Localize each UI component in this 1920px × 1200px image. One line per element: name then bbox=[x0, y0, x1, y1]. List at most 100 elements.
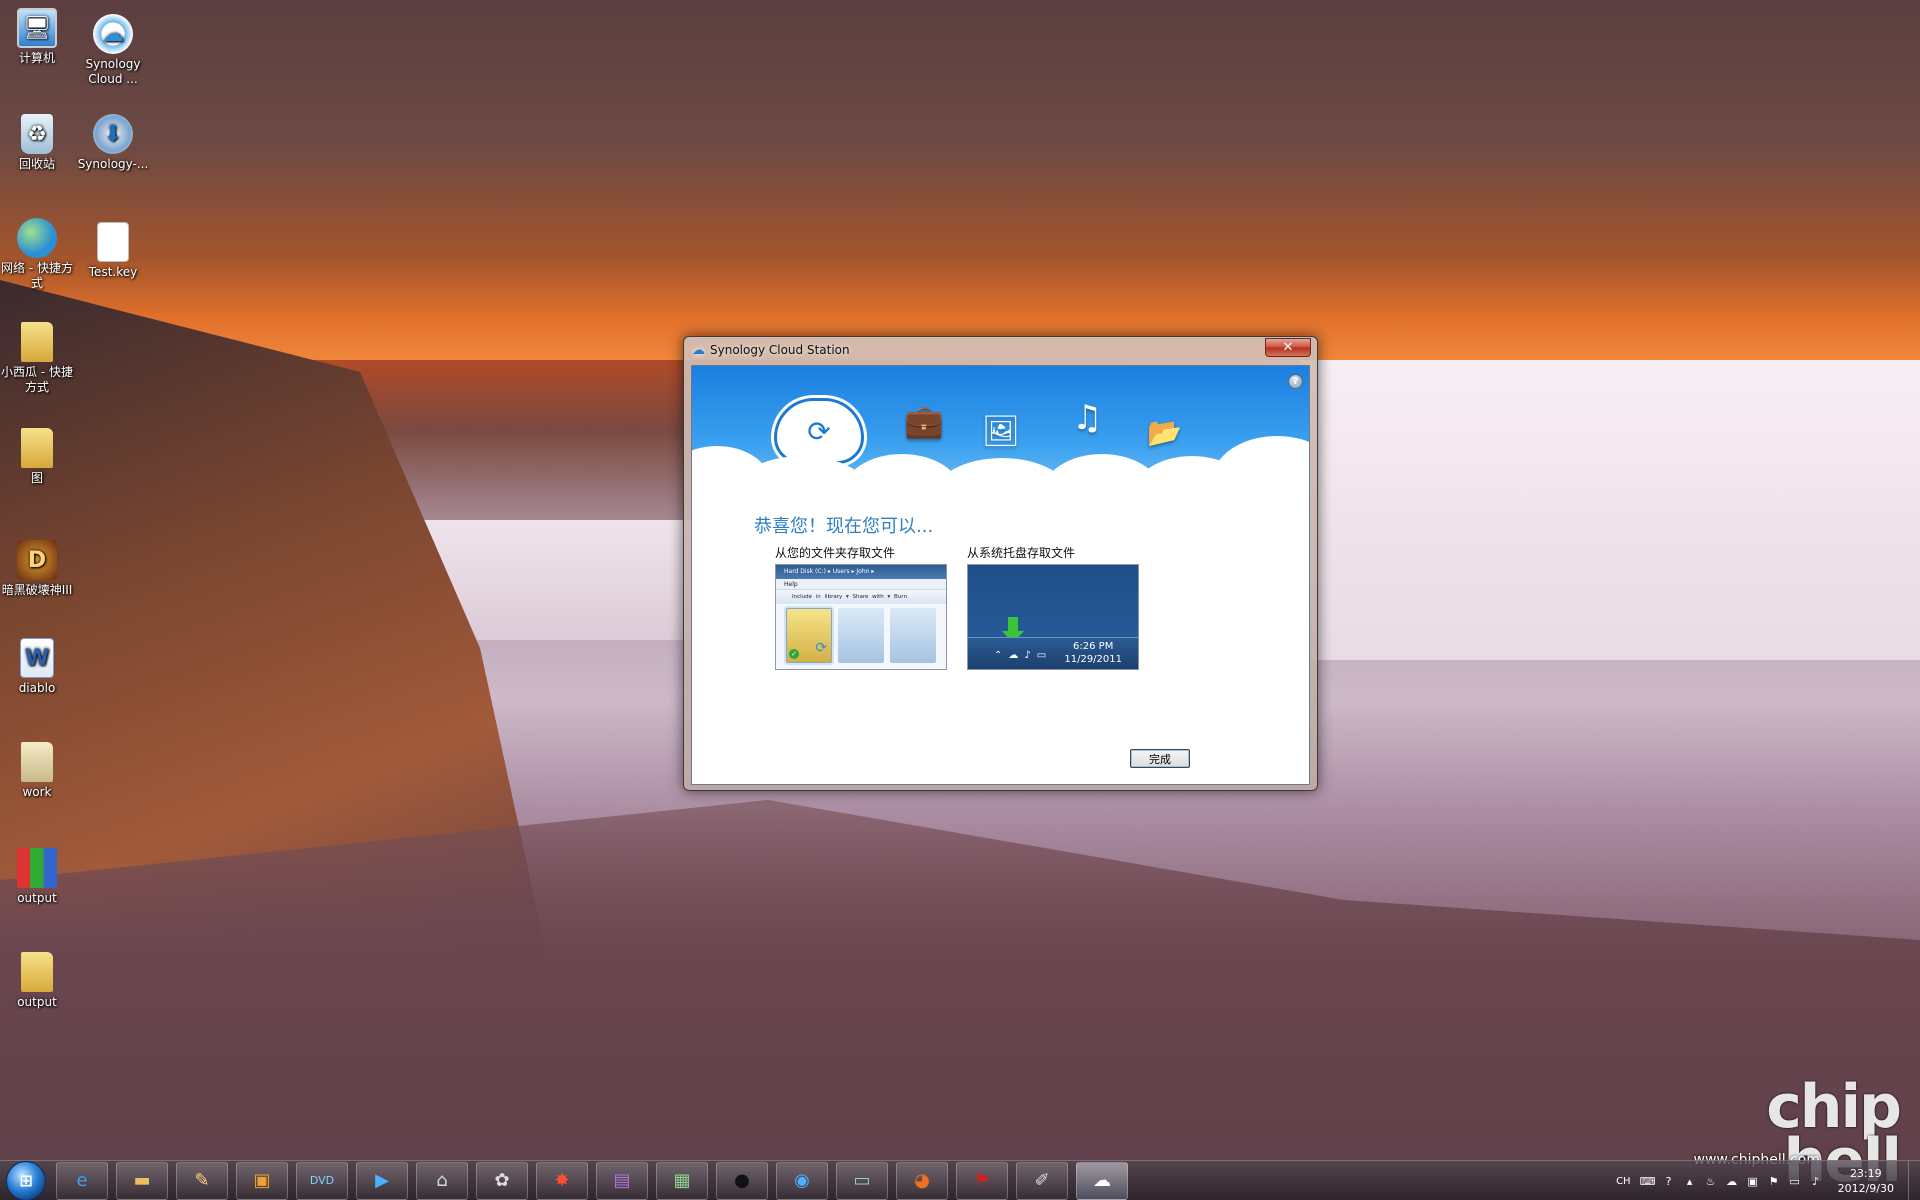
preview-date: 11/29/2011 bbox=[1064, 654, 1122, 665]
ie-icon[interactable]: e bbox=[56, 1161, 108, 1200]
preview-files: ⟳ ✓ bbox=[776, 604, 946, 667]
brushes-icon[interactable]: ✎ bbox=[176, 1161, 228, 1200]
network-app-icon[interactable]: ⌂ bbox=[416, 1161, 468, 1200]
wallpaper-rock-arch bbox=[0, 0, 1920, 360]
finish-button[interactable]: 完成 bbox=[1130, 749, 1190, 768]
spreadsheet-icon[interactable]: ▦ bbox=[656, 1161, 708, 1200]
pdf-icon[interactable]: ⚑ bbox=[956, 1161, 1008, 1200]
qq-icon[interactable]: ● bbox=[716, 1161, 768, 1200]
show-hidden-icon[interactable]: ▴ bbox=[1683, 1174, 1697, 1188]
taskbar: ⊞ e ▬ ✎ ▣ DVD ▶ ⌂ ✿ ✸ ▤ ▦ ● ◉ ▭ ◕ ⚑ ✐ ☁ … bbox=[0, 1160, 1920, 1200]
cloud-folder-icon: ⟳ ✓ bbox=[786, 608, 833, 663]
clock-time: 23:19 bbox=[1849, 1167, 1882, 1180]
paint-icon[interactable]: ✐ bbox=[1016, 1161, 1068, 1200]
remote-desktop-icon[interactable]: ▭ bbox=[836, 1161, 888, 1200]
word-document-icon: W bbox=[20, 638, 54, 678]
desktop-icon-label: Synology Cloud ... bbox=[85, 57, 141, 86]
cloud-station-dialog: ☁ Synology Cloud Station ✕ ? ⟳ 💼 🖼 ♫ 📂 恭… bbox=[683, 336, 1318, 791]
check-icon: ✓ bbox=[789, 649, 799, 659]
fireworks-icon[interactable]: ✸ bbox=[536, 1161, 588, 1200]
sync-icon: ⟳ bbox=[815, 640, 828, 656]
language-indicator[interactable]: CH bbox=[1616, 1176, 1631, 1187]
tray-access-label: 从系统托盘存取文件 bbox=[967, 546, 1076, 560]
desktop-icon-label: 小西瓜 - 快捷方式 bbox=[1, 365, 73, 394]
desktop-icon-computer[interactable]: 🖥 计算机 bbox=[1, 8, 73, 66]
installer-disc-icon: ⬇ bbox=[93, 114, 133, 154]
desktop-icon-label: 暗黑破壊神III bbox=[1, 583, 73, 597]
folder-icon bbox=[21, 742, 53, 782]
chat-icon[interactable]: ◉ bbox=[776, 1161, 828, 1200]
volume-icon[interactable]: ♪ bbox=[1809, 1174, 1823, 1188]
desktop-icon-label: work bbox=[22, 785, 52, 799]
tray-app-icon[interactable]: ☁ bbox=[1725, 1174, 1739, 1188]
desktop-icon-label: 回收站 bbox=[18, 157, 55, 171]
tray-app-icon[interactable]: ♨ bbox=[1704, 1174, 1718, 1188]
desktop-icon-synology-cloud[interactable]: ☁ Synology Cloud ... bbox=[77, 14, 149, 87]
folder-icon bbox=[21, 428, 53, 468]
dialog-title: Synology Cloud Station bbox=[710, 343, 850, 357]
dialog-titlebar[interactable]: ☁ Synology Cloud Station bbox=[684, 337, 1317, 363]
keyboard-icon[interactable]: ⌨ bbox=[1640, 1174, 1656, 1188]
preview-address-bar: Hard Disk (C:) ▸ Users ▸ John ▸ bbox=[776, 565, 946, 579]
desktop-icon-label: 计算机 bbox=[18, 51, 55, 65]
system-tray: CH ⌨ ? ▴ ♨ ☁ ▣ ⚑ ▭ ♪ 23:19 2012/9/30 bbox=[1616, 1161, 1920, 1200]
wallpaper-rock-bottom bbox=[0, 800, 1920, 1200]
recycle-bin-icon: ♻ bbox=[21, 114, 53, 154]
desktop-icon-work[interactable]: work bbox=[1, 742, 73, 800]
help-button[interactable]: ? bbox=[1288, 374, 1303, 389]
play-icon[interactable]: ▶ bbox=[356, 1161, 408, 1200]
clock-date: 2012/9/30 bbox=[1837, 1182, 1894, 1195]
arrow-down-icon bbox=[1002, 617, 1024, 643]
archive-icon bbox=[17, 848, 57, 888]
folder-icon bbox=[890, 608, 937, 663]
folder-shortcut-icon bbox=[21, 322, 53, 362]
close-button[interactable]: ✕ bbox=[1265, 338, 1311, 357]
wallpaper-sky bbox=[1300, 360, 1920, 660]
desktop-icon-label: 网络 - 快捷方式 bbox=[1, 261, 73, 290]
desktop-icon-diablo3[interactable]: D 暗黑破壊神III bbox=[1, 540, 73, 598]
desktop-icon-output-folder[interactable]: output bbox=[1, 952, 73, 1010]
tray-preview-icons: ⌃☁♪▭ bbox=[994, 650, 1053, 661]
flag-icon[interactable]: ⚑ bbox=[1767, 1174, 1781, 1188]
firefox-icon[interactable]: ◕ bbox=[896, 1161, 948, 1200]
desktop-icon-test-key[interactable]: Test.key bbox=[77, 222, 149, 280]
network-tray-icon[interactable]: ▭ bbox=[1788, 1174, 1802, 1188]
preview-time: 6:26 PM bbox=[1073, 641, 1114, 652]
cloud-icon: ☁ bbox=[692, 342, 705, 358]
show-desktop-button[interactable] bbox=[1908, 1161, 1920, 1200]
desktop-icon-synology-installer[interactable]: ⬇ Synology-... bbox=[77, 114, 149, 172]
desktop-icon-label: output bbox=[17, 891, 57, 905]
dialog-heading: 恭喜您！现在您可以... bbox=[754, 516, 934, 537]
preview-taskbar: ⌃☁♪▭ 6:26 PM 11/29/2011 bbox=[968, 637, 1138, 669]
clock[interactable]: 23:19 2012/9/30 bbox=[1838, 1166, 1894, 1196]
preview-clock: 6:26 PM 11/29/2011 bbox=[1064, 640, 1122, 666]
folder-preview-image: Hard Disk (C:) ▸ Users ▸ John ▸ Help Inc… bbox=[775, 564, 947, 670]
help-tray-icon[interactable]: ? bbox=[1662, 1174, 1676, 1188]
network-icon bbox=[17, 218, 57, 258]
media-icon[interactable]: ▣ bbox=[236, 1161, 288, 1200]
dialog-client: ? ⟳ 💼 🖼 ♫ 📂 恭喜您！现在您可以... 从您的文件夹存取文件 从系统托… bbox=[691, 365, 1310, 785]
preview-toolbar: Include in library ▾ Share with ▾ Burn bbox=[776, 590, 946, 604]
desktop-icon-xiaoxigua[interactable]: 小西瓜 - 快捷方式 bbox=[1, 322, 73, 395]
desktop-icon-network[interactable]: 网络 - 快捷方式 bbox=[1, 218, 73, 291]
desktop-icon-label: Synology-... bbox=[77, 157, 149, 171]
folder-icon bbox=[838, 608, 885, 663]
cloud-shortcut-icon: ☁ bbox=[93, 14, 133, 54]
cloud-station-taskbar-icon[interactable]: ☁ bbox=[1076, 1161, 1128, 1200]
desktop-icon-recycle-bin[interactable]: ♻ 回收站 bbox=[1, 114, 73, 172]
tray-preview-image: ⌃☁♪▭ 6:26 PM 11/29/2011 bbox=[967, 564, 1139, 670]
file-explorer-icon[interactable]: ▬ bbox=[116, 1161, 168, 1200]
preview-menu: Help bbox=[776, 579, 946, 590]
start-button[interactable]: ⊞ bbox=[6, 1160, 46, 1200]
desktop-icon-label: Test.key bbox=[88, 265, 138, 279]
desktop-icon-diablo-doc[interactable]: W diablo bbox=[1, 638, 73, 696]
tray-app-icon[interactable]: ▣ bbox=[1746, 1174, 1760, 1188]
desktop-icon-tu[interactable]: 图 bbox=[1, 428, 73, 486]
open-app-icon[interactable]: ▤ bbox=[596, 1161, 648, 1200]
file-icon bbox=[97, 222, 129, 262]
desktop-icon-output-archive[interactable]: output bbox=[1, 848, 73, 906]
dvd-icon[interactable]: DVD bbox=[296, 1161, 348, 1200]
music-icon: ♫ bbox=[1072, 398, 1103, 438]
briefcase-icon: 💼 bbox=[904, 402, 944, 440]
puzzle-icon[interactable]: ✿ bbox=[476, 1161, 528, 1200]
